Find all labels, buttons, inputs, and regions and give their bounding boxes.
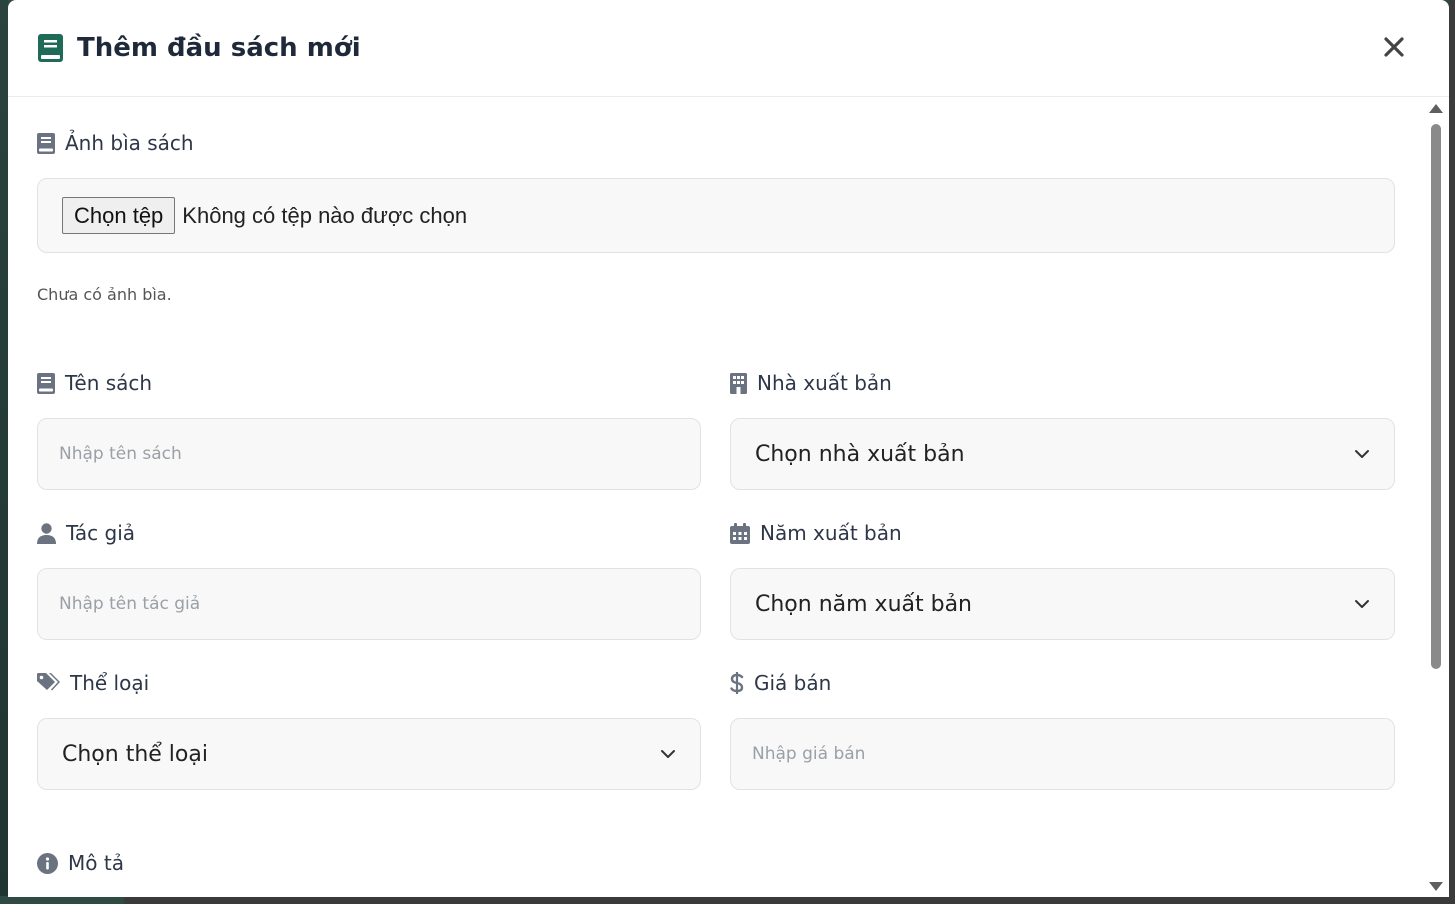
- genre-select[interactable]: Chọn thể loại: [37, 718, 701, 790]
- modal-title: Thêm đầu sách mới: [77, 33, 361, 63]
- price-placeholder: Nhập giá bán: [752, 744, 866, 764]
- choose-file-button[interactable]: Chọn tệp: [62, 197, 176, 234]
- title-label-group: Tên sách: [37, 371, 152, 395]
- scroll-up-arrow[interactable]: [1429, 104, 1443, 113]
- description-label-group: Mô tả: [37, 851, 124, 875]
- year-select[interactable]: Chọn năm xuất bản: [730, 568, 1395, 640]
- author-label: Tác giả: [66, 521, 136, 545]
- scrollbar[interactable]: [1422, 98, 1449, 897]
- genre-label-group: Thể loại: [37, 671, 149, 695]
- chevron-down-icon: [1355, 450, 1369, 458]
- price-label-group: Giá bán: [730, 671, 831, 695]
- genre-label: Thể loại: [70, 671, 150, 695]
- user-icon: [37, 522, 56, 544]
- year-select-value: Chọn năm xuất bản: [755, 591, 973, 617]
- tags-icon: [37, 673, 60, 691]
- price-input[interactable]: Nhập giá bán: [730, 718, 1395, 790]
- scroll-down-arrow[interactable]: [1429, 882, 1443, 891]
- publisher-label-group: Nhà xuất bản: [730, 371, 892, 395]
- year-label-group: Năm xuất bản: [730, 521, 902, 545]
- close-icon: [1384, 37, 1404, 57]
- dollar-icon: [730, 672, 744, 694]
- book-title-input[interactable]: Nhập tên sách: [37, 418, 701, 490]
- price-label: Giá bán: [754, 671, 832, 695]
- publisher-label: Nhà xuất bản: [757, 371, 892, 395]
- close-button[interactable]: [1379, 32, 1409, 62]
- book-icon: [38, 34, 63, 62]
- cover-label-group: Ảnh bìa sách: [37, 131, 194, 155]
- file-status: Không có tệp nào được chọn: [182, 202, 468, 228]
- year-label: Năm xuất bản: [760, 521, 902, 545]
- book-title-placeholder: Nhập tên sách: [59, 444, 182, 464]
- genre-select-value: Chọn thể loại: [62, 741, 208, 767]
- author-label-group: Tác giả: [37, 521, 135, 545]
- author-placeholder: Nhập tên tác giả: [59, 594, 201, 614]
- author-input[interactable]: Nhập tên tác giả: [37, 568, 701, 640]
- add-book-modal: Thêm đầu sách mới Ảnh bìa sách Chọn tệp …: [8, 0, 1449, 897]
- title-label: Tên sách: [65, 371, 153, 395]
- modal-title-group: Thêm đầu sách mới: [38, 33, 361, 63]
- publisher-select[interactable]: Chọn nhà xuất bản: [730, 418, 1395, 490]
- modal-body: Ảnh bìa sách Chọn tệp Không có tệp nào đ…: [8, 98, 1422, 897]
- cover-label: Ảnh bìa sách: [65, 131, 194, 155]
- description-label: Mô tả: [68, 851, 124, 875]
- backdrop-bottom: [0, 896, 1455, 904]
- chevron-down-icon: [1355, 600, 1369, 608]
- backdrop: [0, 0, 8, 904]
- info-icon: [37, 852, 58, 874]
- scroll-thumb[interactable]: [1431, 124, 1441, 669]
- building-icon: [730, 372, 747, 394]
- cover-file-input[interactable]: Chọn tệp Không có tệp nào được chọn: [37, 178, 1395, 253]
- modal-header: Thêm đầu sách mới: [8, 0, 1449, 97]
- backdrop-right: [1449, 0, 1455, 904]
- book-icon: [37, 372, 55, 394]
- calendar-icon: [730, 522, 750, 544]
- publisher-select-value: Chọn nhà xuất bản: [755, 441, 965, 467]
- book-icon: [37, 132, 55, 154]
- chevron-down-icon: [661, 750, 675, 758]
- cover-hint: Chưa có ảnh bìa.: [37, 285, 172, 304]
